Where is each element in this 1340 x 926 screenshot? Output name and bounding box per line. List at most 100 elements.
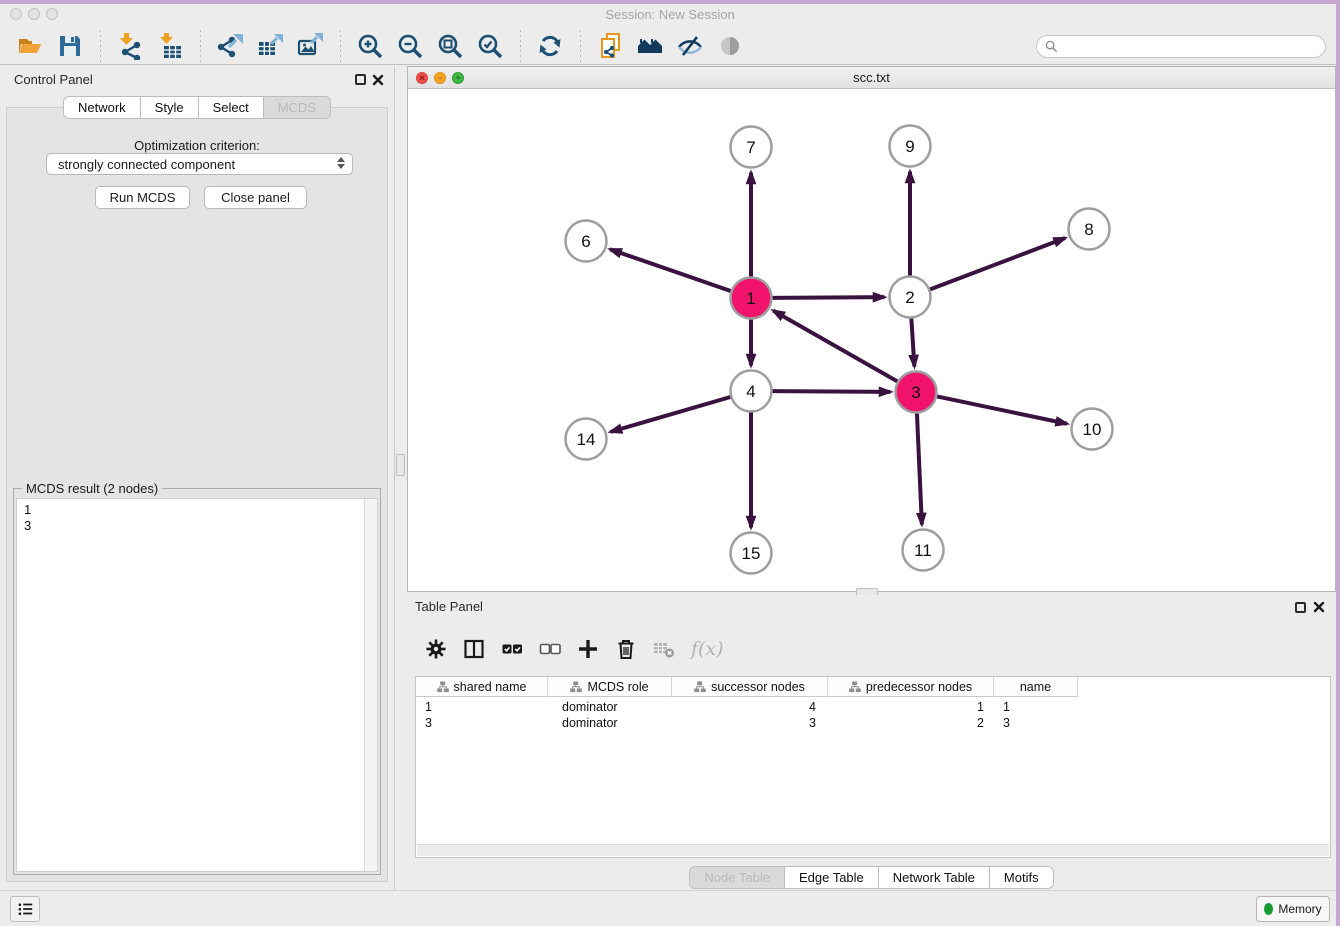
column-header-shared-name[interactable]: shared name bbox=[416, 677, 548, 697]
table-header-row: shared name MCDS role successor nodes pr… bbox=[416, 677, 1078, 697]
table-settings-gear-icon[interactable] bbox=[421, 634, 451, 664]
save-icon[interactable] bbox=[55, 31, 85, 61]
control-panel: Control Panel Network Style Select MCDS … bbox=[0, 66, 395, 890]
graph-node-label-7: 7 bbox=[746, 138, 755, 157]
cell-shared-name[interactable]: 3 bbox=[416, 715, 548, 731]
graph-node-label-11: 11 bbox=[914, 541, 932, 560]
toolbar-separator bbox=[339, 30, 341, 62]
graph-edge-3-10[interactable] bbox=[937, 396, 1067, 423]
network-window-title: scc.txt bbox=[408, 70, 1335, 85]
vertical-splitter-grip[interactable] bbox=[396, 454, 405, 476]
tab-select[interactable]: Select bbox=[199, 96, 264, 119]
column-header-mcds-role[interactable]: MCDS role bbox=[548, 677, 672, 697]
table-close-icon[interactable] bbox=[1313, 601, 1325, 613]
float-panel-icon[interactable] bbox=[355, 74, 366, 85]
graph-edge-1-6[interactable] bbox=[610, 249, 731, 291]
graphics-details-icon[interactable] bbox=[675, 31, 705, 61]
graph-edge-3-1[interactable] bbox=[773, 311, 897, 382]
tab-network[interactable]: Network bbox=[63, 96, 141, 119]
toolbar-separator bbox=[99, 30, 101, 62]
cell-mcds-role[interactable]: dominator bbox=[548, 715, 672, 731]
table-row[interactable]: 3 dominator 3 2 3 bbox=[416, 715, 1078, 731]
criterion-dropdown[interactable]: strongly connected component bbox=[46, 153, 353, 175]
result-line: 1 bbox=[24, 502, 31, 518]
attribute-tree-icon bbox=[570, 681, 582, 693]
cell-predecessor-nodes[interactable]: 1 bbox=[828, 699, 994, 715]
table-panel: Table Panel bbox=[407, 595, 1336, 890]
close-panel-icon[interactable] bbox=[372, 74, 384, 86]
new-network-from-selection-icon[interactable] bbox=[595, 31, 625, 61]
graph-node-label-10: 10 bbox=[1083, 420, 1102, 439]
tab-mcds[interactable]: MCDS bbox=[264, 96, 331, 119]
tab-node-table[interactable]: Node Table bbox=[689, 866, 785, 889]
export-table-icon[interactable] bbox=[255, 31, 285, 61]
task-history-button[interactable] bbox=[10, 896, 40, 922]
export-network-icon[interactable] bbox=[215, 31, 245, 61]
cell-shared-name[interactable]: 1 bbox=[416, 699, 548, 715]
import-table-icon[interactable] bbox=[155, 31, 185, 61]
select-all-columns-icon[interactable] bbox=[497, 634, 527, 664]
birds-eye-view-icon[interactable] bbox=[715, 31, 745, 61]
column-header-predecessor-nodes[interactable]: predecessor nodes bbox=[828, 677, 994, 697]
delete-column-trash-icon[interactable] bbox=[611, 634, 641, 664]
column-header-name[interactable]: name bbox=[994, 677, 1078, 697]
table-float-icon[interactable] bbox=[1295, 602, 1306, 613]
cell-predecessor-nodes[interactable]: 2 bbox=[828, 715, 994, 731]
window-title: Session: New Session bbox=[0, 7, 1340, 22]
tab-motifs[interactable]: Motifs bbox=[990, 866, 1054, 889]
cell-successor-nodes[interactable]: 4 bbox=[672, 699, 828, 715]
function-builder-icon: f(x) bbox=[691, 638, 724, 660]
unselect-all-columns-icon[interactable] bbox=[535, 634, 565, 664]
desktop-edge-right bbox=[1336, 0, 1340, 926]
dropdown-stepper-icon bbox=[337, 157, 345, 169]
search-icon bbox=[1045, 40, 1058, 53]
refresh-icon[interactable] bbox=[535, 31, 565, 61]
apply-layout-home-icon[interactable] bbox=[635, 31, 665, 61]
graph-edge-2-3[interactable] bbox=[911, 318, 914, 366]
graph-edge-4-14[interactable] bbox=[610, 397, 730, 432]
table-horizontal-scrollbar[interactable] bbox=[417, 844, 1329, 856]
tab-edge-table[interactable]: Edge Table bbox=[785, 866, 879, 889]
graph-node-label-1: 1 bbox=[746, 289, 755, 308]
zoom-in-icon[interactable] bbox=[355, 31, 385, 61]
titlebar: Session: New Session bbox=[0, 4, 1340, 26]
memory-button[interactable]: Memory bbox=[1256, 896, 1330, 922]
network-window-titlebar[interactable]: ✕ − + scc.txt bbox=[408, 67, 1335, 89]
table-row[interactable]: 1 dominator 4 1 1 bbox=[416, 699, 1078, 715]
graph-node-label-4: 4 bbox=[746, 382, 755, 401]
result-scrollbar[interactable] bbox=[364, 499, 377, 871]
mcds-result-textarea[interactable]: 1 3 bbox=[16, 498, 378, 872]
memory-label: Memory bbox=[1278, 902, 1321, 916]
toolbar-separator bbox=[579, 30, 581, 62]
criterion-value: strongly connected component bbox=[58, 157, 235, 172]
export-image-icon[interactable] bbox=[295, 31, 325, 61]
cell-successor-nodes[interactable]: 3 bbox=[672, 715, 828, 731]
tab-network-table[interactable]: Network Table bbox=[879, 866, 990, 889]
open-file-icon[interactable] bbox=[15, 31, 45, 61]
control-panel-title: Control Panel bbox=[14, 72, 93, 87]
zoom-out-icon[interactable] bbox=[395, 31, 425, 61]
cell-mcds-role[interactable]: dominator bbox=[548, 699, 672, 715]
graph-edge-1-2[interactable] bbox=[772, 297, 884, 298]
cell-name[interactable]: 3 bbox=[994, 715, 1078, 731]
graph-node-label-9: 9 bbox=[905, 137, 914, 156]
network-graph[interactable]: 7968124314101511 bbox=[408, 89, 1335, 591]
tab-style[interactable]: Style bbox=[141, 96, 199, 119]
network-canvas[interactable]: 7968124314101511 bbox=[408, 89, 1335, 591]
close-panel-button[interactable]: Close panel bbox=[204, 186, 307, 209]
application-window: Session: New Session bbox=[0, 0, 1340, 926]
create-column-plus-icon[interactable] bbox=[573, 634, 603, 664]
run-mcds-button[interactable]: Run MCDS bbox=[95, 186, 190, 209]
import-network-icon[interactable] bbox=[115, 31, 145, 61]
graph-edge-3-11[interactable] bbox=[917, 413, 922, 524]
result-line: 3 bbox=[24, 518, 31, 534]
zoom-selected-icon[interactable] bbox=[475, 31, 505, 61]
search-input[interactable] bbox=[1036, 35, 1326, 58]
graph-edge-4-3[interactable] bbox=[772, 391, 890, 392]
graph-edge-2-8[interactable] bbox=[930, 238, 1065, 289]
show-column-panel-icon[interactable] bbox=[459, 634, 489, 664]
column-header-successor-nodes[interactable]: successor nodes bbox=[672, 677, 828, 697]
zoom-fit-icon[interactable] bbox=[435, 31, 465, 61]
cell-name[interactable]: 1 bbox=[994, 699, 1078, 715]
table-tab-bar: Node Table Edge Table Network Table Moti… bbox=[407, 866, 1336, 889]
